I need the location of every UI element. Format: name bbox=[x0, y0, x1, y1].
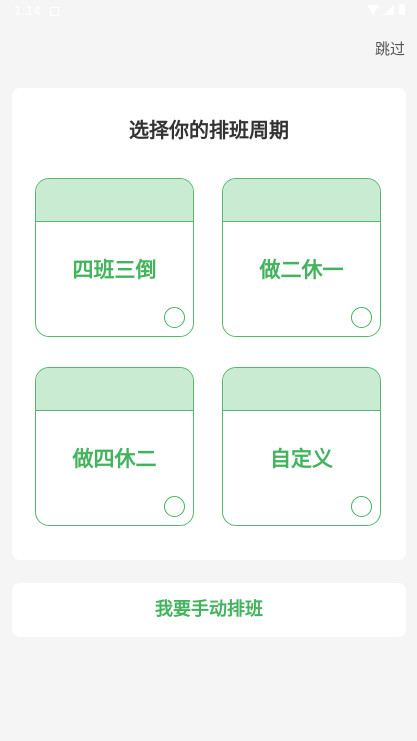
option-header bbox=[36, 368, 193, 411]
option-four-shift-three-rotation[interactable]: 四班三倒 bbox=[35, 178, 194, 337]
option-work-four-rest-two[interactable]: 做四休二 bbox=[35, 367, 194, 526]
option-header bbox=[223, 368, 380, 411]
battery-icon bbox=[399, 4, 405, 15]
option-custom[interactable]: 自定义 bbox=[222, 367, 381, 526]
option-header bbox=[36, 179, 193, 222]
manual-schedule-button[interactable]: 我要手动排班 bbox=[12, 583, 406, 637]
status-icons bbox=[367, 4, 405, 15]
option-label: 做二休一 bbox=[259, 258, 344, 282]
option-label: 四班三倒 bbox=[72, 258, 157, 282]
option-label: 自定义 bbox=[270, 447, 333, 471]
option-work-two-rest-one[interactable]: 做二休一 bbox=[222, 178, 381, 337]
skip-button[interactable]: 跳过 bbox=[375, 38, 405, 59]
page-title: 选择你的排班周期 bbox=[129, 118, 289, 142]
status-time: 1:14 bbox=[14, 4, 41, 18]
radio-button[interactable] bbox=[164, 496, 185, 517]
signal-icon bbox=[384, 4, 394, 15]
status-bar: 1:14 bbox=[0, 0, 417, 24]
radio-button[interactable] bbox=[351, 496, 372, 517]
option-header bbox=[223, 179, 380, 222]
wifi-icon bbox=[367, 4, 379, 15]
notification-icon bbox=[50, 7, 59, 16]
shift-cycle-card: 选择你的排班周期 四班三倒 做二休一 做四休二 自定义 bbox=[12, 88, 406, 560]
radio-button[interactable] bbox=[164, 307, 185, 328]
radio-button[interactable] bbox=[351, 307, 372, 328]
option-label: 做四休二 bbox=[72, 447, 157, 471]
